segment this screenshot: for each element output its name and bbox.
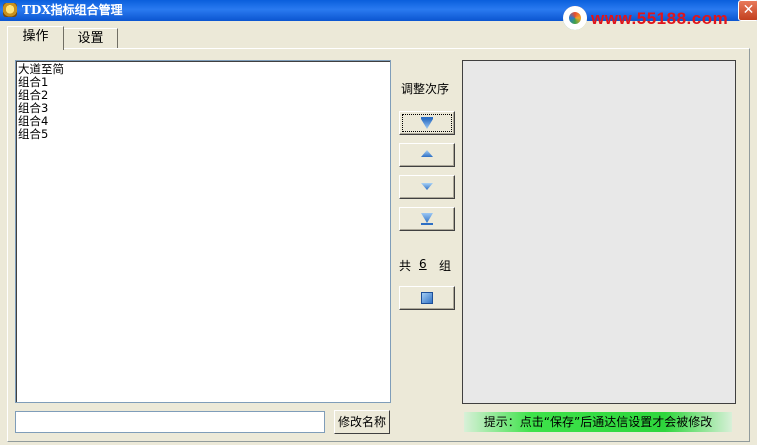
name-input[interactable]: [15, 411, 325, 433]
close-button[interactable]: ✕: [738, 0, 757, 21]
tab-operation[interactable]: 操作: [7, 26, 64, 50]
count-suffix: 组: [439, 259, 452, 273]
list-item[interactable]: 组合2: [16, 89, 390, 102]
watermark: www.55188.com: [563, 6, 743, 36]
watermark-text: www.55188.com: [591, 9, 729, 28]
save-button[interactable]: [399, 286, 455, 310]
move-bottom-icon: [421, 213, 433, 225]
rename-button[interactable]: 修改名称: [334, 410, 390, 434]
save-icon: [421, 292, 433, 304]
app-icon: [3, 3, 17, 17]
list-item[interactable]: 组合1: [16, 76, 390, 89]
arrow-down-icon: [421, 183, 433, 190]
list-item[interactable]: 大道至简: [16, 63, 390, 76]
close-icon: ✕: [742, 2, 755, 18]
combo-list[interactable]: 大道至简 组合1 组合2 组合3 组合4 组合5: [15, 60, 391, 403]
order-label: 调整次序: [401, 82, 450, 96]
move-up-button[interactable]: [399, 143, 455, 167]
count-prefix: 共: [399, 259, 412, 273]
arrow-up-icon: [421, 150, 433, 157]
preview-area: [462, 60, 736, 404]
hint-text: 提示：点击“保存”后通达信设置才会被修改: [464, 412, 732, 432]
watermark-logo-icon: [563, 6, 587, 30]
move-down-button[interactable]: [399, 175, 455, 199]
tab-settings[interactable]: 设置: [63, 28, 118, 49]
list-item[interactable]: 组合3: [16, 102, 390, 115]
list-item[interactable]: 组合4: [16, 115, 390, 128]
move-top-icon: [421, 117, 433, 129]
move-top-button[interactable]: [399, 111, 455, 135]
window-title: TDX指标组合管理: [22, 3, 123, 17]
move-bottom-button[interactable]: [399, 207, 455, 231]
count-value: 6: [419, 257, 427, 271]
list-item[interactable]: 组合5: [16, 128, 390, 141]
